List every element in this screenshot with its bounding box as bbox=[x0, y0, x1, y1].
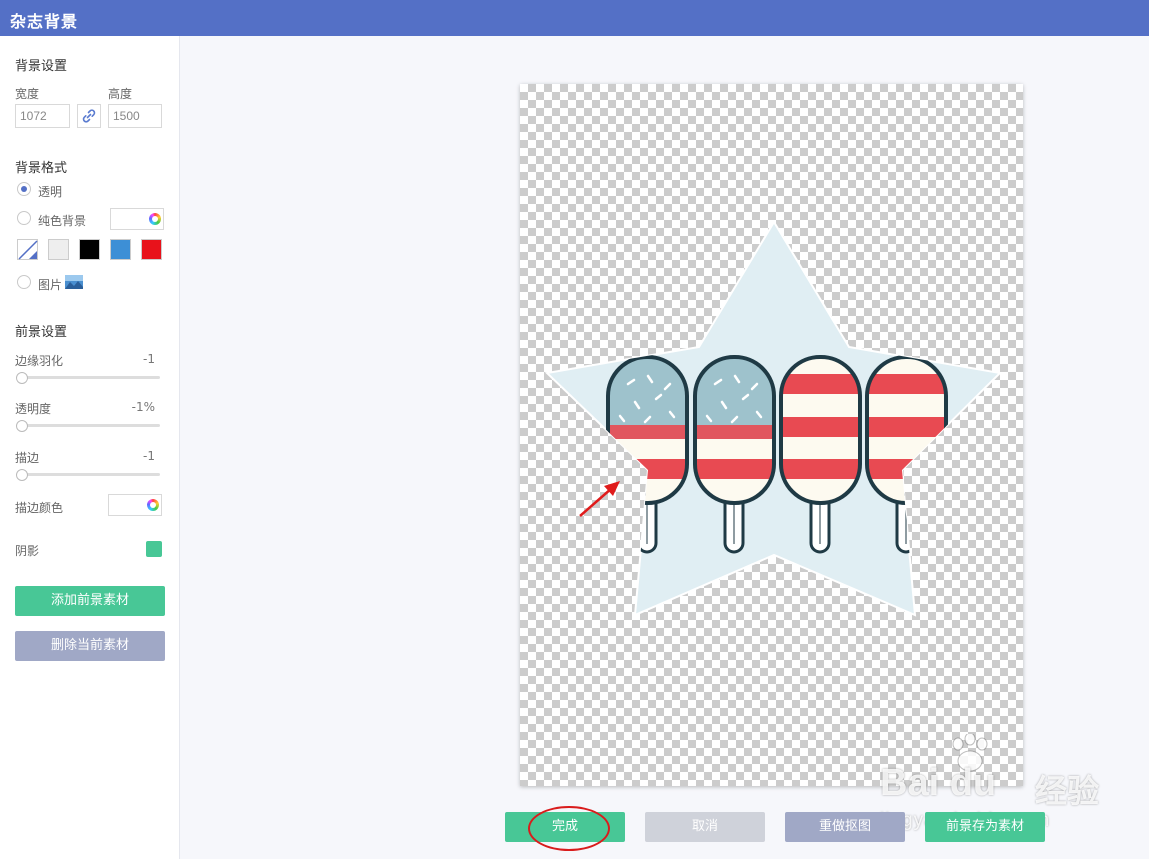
link-icon bbox=[82, 109, 96, 123]
settings-sidebar: 背景设置 宽度 高度 1072 1500 背景格式 透明 纯色背景 图片 前景设… bbox=[0, 36, 180, 859]
watermark-brand: Bai du bbox=[880, 762, 997, 804]
editing-canvas[interactable] bbox=[520, 84, 1023, 786]
width-input[interactable]: 1072 bbox=[15, 104, 70, 128]
swatch-light-gray[interactable] bbox=[48, 239, 69, 260]
save-as-material-button[interactable]: 前景存为素材 bbox=[925, 812, 1045, 842]
watermark-brand-cn: 经验 bbox=[1035, 773, 1100, 809]
shadow-label: 阴影 bbox=[15, 544, 40, 558]
color-wheel-icon bbox=[149, 213, 161, 225]
foreground-settings-title: 前景设置 bbox=[15, 325, 68, 340]
swatch-transparent[interactable] bbox=[17, 239, 38, 260]
stroke-color-picker[interactable] bbox=[108, 494, 162, 516]
add-foreground-button[interactable]: 添加前景素材 bbox=[15, 586, 165, 616]
opacity-label: 透明度 bbox=[15, 402, 52, 416]
window-title: 杂志背景 bbox=[10, 12, 79, 31]
delete-material-button[interactable]: 删除当前素材 bbox=[15, 631, 165, 661]
feather-slider-thumb[interactable] bbox=[16, 372, 28, 384]
redo-cutout-button[interactable]: 重做抠图 bbox=[785, 812, 905, 842]
width-label: 宽度 bbox=[15, 87, 40, 101]
stroke-value: -1 bbox=[143, 449, 155, 463]
title-bar: 杂志背景 bbox=[0, 0, 1149, 36]
transparent-swatch-icon bbox=[18, 240, 38, 260]
transparent-radio[interactable] bbox=[17, 182, 31, 196]
lock-ratio-button[interactable] bbox=[77, 104, 101, 128]
opacity-slider-thumb[interactable] bbox=[16, 420, 28, 432]
solid-color-picker[interactable] bbox=[110, 208, 164, 230]
stroke-slider-thumb[interactable] bbox=[16, 469, 28, 481]
background-settings-title: 背景设置 bbox=[15, 59, 68, 74]
solid-color-radio[interactable] bbox=[17, 211, 31, 225]
editor-area: Bai du 经验 jingyan.baidu.com 完成 取消 重做抠图 前… bbox=[180, 36, 1149, 859]
feather-value: -1 bbox=[143, 352, 155, 366]
feather-label: 边缘羽化 bbox=[15, 354, 64, 368]
stroke-color-wheel-icon bbox=[147, 499, 159, 511]
cutout-image bbox=[544, 220, 1003, 617]
image-label: 图片 bbox=[38, 278, 63, 292]
height-label: 高度 bbox=[108, 87, 133, 101]
swatch-red[interactable] bbox=[141, 239, 162, 260]
transparent-label: 透明 bbox=[38, 185, 63, 199]
cancel-button[interactable]: 取消 bbox=[645, 812, 765, 842]
done-highlight-circle bbox=[528, 806, 610, 851]
stroke-color-label: 描边颜色 bbox=[15, 501, 64, 515]
swatch-blue[interactable] bbox=[110, 239, 131, 260]
opacity-value: -1% bbox=[131, 400, 155, 414]
opacity-slider-track[interactable] bbox=[17, 424, 160, 427]
height-input[interactable]: 1500 bbox=[108, 104, 162, 128]
stroke-slider-track[interactable] bbox=[17, 473, 160, 476]
solid-color-label: 纯色背景 bbox=[38, 214, 87, 228]
swatch-black[interactable] bbox=[79, 239, 100, 260]
image-radio[interactable] bbox=[17, 275, 31, 289]
image-icon[interactable] bbox=[65, 275, 83, 289]
stroke-label: 描边 bbox=[15, 451, 40, 465]
shadow-toggle[interactable] bbox=[146, 541, 162, 557]
background-format-title: 背景格式 bbox=[15, 161, 68, 176]
feather-slider-track[interactable] bbox=[17, 376, 160, 379]
